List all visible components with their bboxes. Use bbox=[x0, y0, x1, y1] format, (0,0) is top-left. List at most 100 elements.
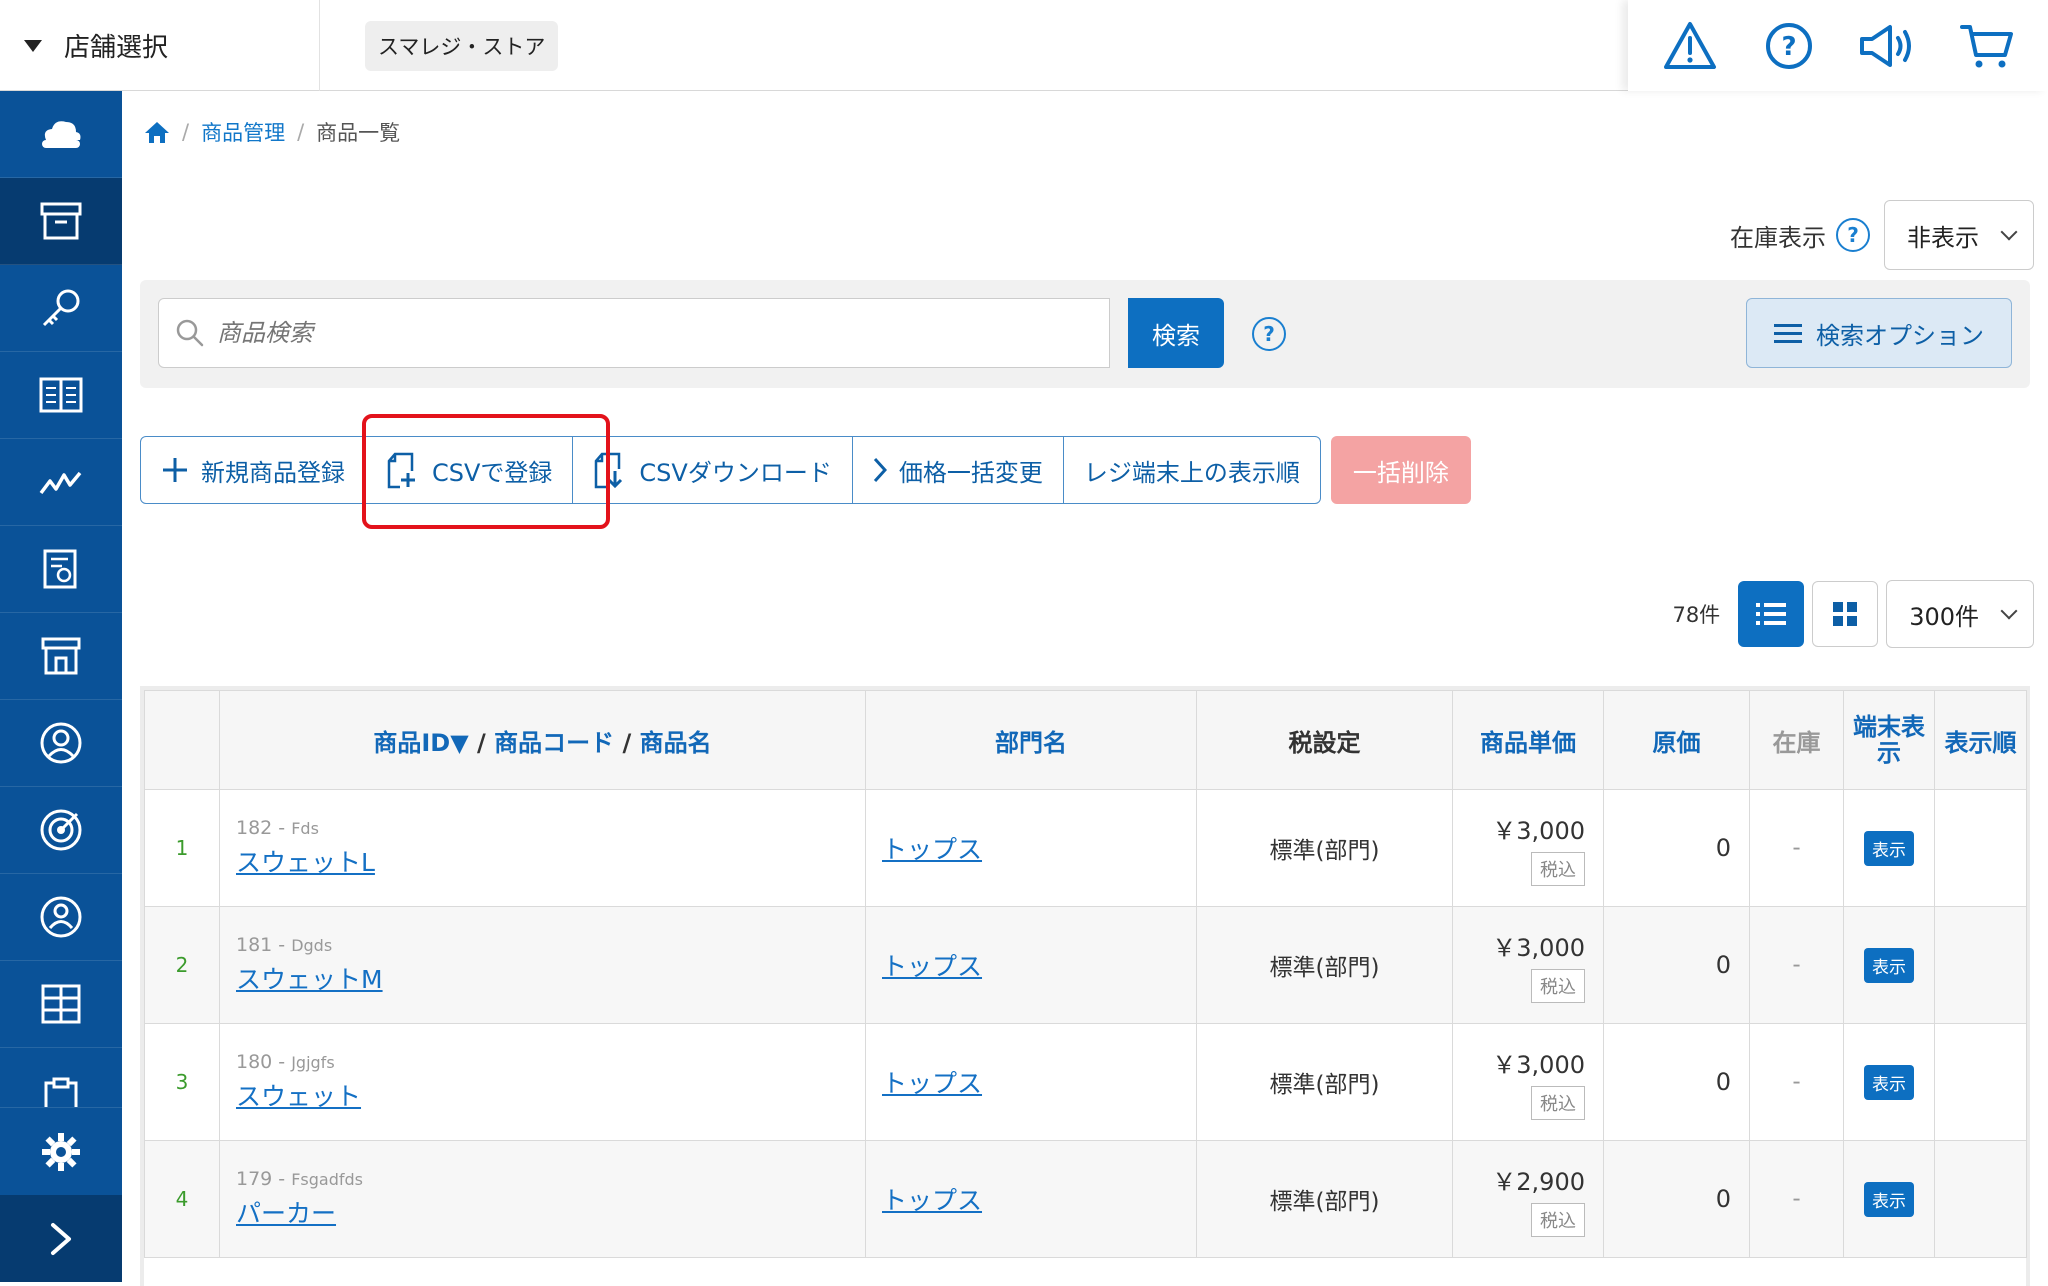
header-price[interactable]: 商品単価 bbox=[1452, 690, 1604, 790]
chevron-right-icon[interactable] bbox=[0, 1195, 122, 1282]
price-bulk-change-button[interactable]: 価格一括変更 bbox=[851, 436, 1064, 504]
department-cell: トップス bbox=[865, 789, 1197, 907]
header-separator: / bbox=[622, 728, 632, 757]
terminal-display-cell: 表示 bbox=[1843, 906, 1935, 1024]
tax-setting: 標準(部門) bbox=[1196, 1140, 1453, 1258]
display-order-button[interactable]: レジ端末上の表示順 bbox=[1062, 436, 1321, 504]
display-order-cell bbox=[1934, 1023, 2027, 1141]
product-name-link[interactable]: スウェットL bbox=[236, 843, 375, 879]
list-icon bbox=[1756, 603, 1787, 625]
department-link[interactable]: トップス bbox=[882, 1069, 982, 1098]
row-number: 1 bbox=[144, 789, 220, 907]
target-icon[interactable] bbox=[0, 787, 122, 874]
per-page-select[interactable]: 300件 bbox=[1886, 580, 2034, 648]
tax-included-badge: 税込 bbox=[1531, 968, 1585, 1003]
new-product-button[interactable]: 新規商品登録 bbox=[140, 436, 366, 504]
stock-display-value: 非表示 bbox=[1907, 223, 1979, 252]
caret-down-icon bbox=[24, 39, 42, 52]
stock-display-select[interactable]: 非表示 bbox=[1884, 200, 2034, 270]
breadcrumb-product-management[interactable]: 商品管理 bbox=[201, 117, 285, 147]
display-badge: 表示 bbox=[1864, 1181, 1914, 1217]
product-name-link[interactable]: スウェットM bbox=[236, 960, 383, 996]
bulk-delete-button[interactable]: 一括削除 bbox=[1330, 436, 1471, 504]
header-row-number bbox=[144, 690, 220, 790]
product-cell: 182 - Fds スウェットL bbox=[219, 789, 866, 907]
table-row: 1 182 - Fds スウェットL トップス 標準(部門) ￥3,000 税込… bbox=[144, 789, 2027, 907]
terminal-display-cell: 表示 bbox=[1843, 1023, 1935, 1141]
department-cell: トップス bbox=[865, 906, 1197, 1024]
help-icon[interactable]: ? bbox=[1836, 218, 1870, 252]
stock-value: - bbox=[1749, 906, 1844, 1024]
stock-display-label: 在庫表示 bbox=[1730, 223, 1826, 252]
store-name-chip: スマレジ・ストア bbox=[365, 21, 559, 71]
list-view-button[interactable] bbox=[1738, 581, 1805, 647]
help-icon[interactable]: ? bbox=[1757, 14, 1821, 78]
sort-product-name[interactable]: 商品名 bbox=[640, 729, 712, 757]
product-name-link[interactable]: スウェット bbox=[236, 1077, 361, 1113]
cloud-icon[interactable] bbox=[0, 91, 122, 178]
top-bar: 店舗選択 スマレジ・ストア ? bbox=[0, 0, 2048, 91]
search-input-wrapper[interactable] bbox=[158, 298, 1110, 368]
grid-icon[interactable] bbox=[0, 961, 122, 1048]
clipboard-icon[interactable] bbox=[0, 1048, 122, 1108]
svg-text:?: ? bbox=[1781, 32, 1796, 62]
sort-product-id[interactable]: 商品ID▼ bbox=[373, 729, 468, 757]
result-count: 78件 bbox=[1672, 603, 1721, 627]
csv-download-button[interactable]: CSVダウンロード bbox=[572, 436, 853, 504]
store-icon[interactable] bbox=[0, 613, 122, 700]
sort-product-code[interactable]: 商品コード bbox=[494, 729, 614, 757]
department-link[interactable]: トップス bbox=[882, 952, 982, 981]
top-icon-group: ? bbox=[1628, 0, 2048, 91]
breadcrumb-separator: / bbox=[297, 120, 305, 144]
stock-display-row: 在庫表示 ? 非表示 bbox=[1730, 200, 2034, 270]
report-icon[interactable] bbox=[0, 526, 122, 613]
unit-price: ￥3,000 bbox=[1492, 933, 1585, 962]
archive-box-icon[interactable] bbox=[0, 178, 122, 265]
product-id-code: 182 - Fds bbox=[236, 817, 319, 839]
plus-icon bbox=[161, 456, 189, 484]
table-row: 3 180 - Jgjgfs スウェット トップス 標準(部門) ￥3,000 … bbox=[144, 1023, 2027, 1141]
department-cell: トップス bbox=[865, 1140, 1197, 1258]
tax-included-badge: 税込 bbox=[1531, 1085, 1585, 1120]
department-link[interactable]: トップス bbox=[882, 1186, 982, 1215]
member-icon[interactable] bbox=[0, 874, 122, 961]
chart-line-icon[interactable] bbox=[0, 439, 122, 526]
stock-value: - bbox=[1749, 789, 1844, 907]
terminal-display-cell: 表示 bbox=[1843, 789, 1935, 907]
book-icon[interactable] bbox=[0, 352, 122, 439]
home-icon[interactable] bbox=[144, 120, 170, 144]
product-id: 182 bbox=[236, 817, 273, 839]
header-tax: 税設定 bbox=[1196, 690, 1453, 790]
header-cost[interactable]: 原価 bbox=[1603, 690, 1750, 790]
product-id-code: 179 - Fsgadfds bbox=[236, 1168, 363, 1190]
search-input[interactable] bbox=[217, 319, 1077, 347]
search-help[interactable]: ? bbox=[1252, 317, 1286, 351]
product-name-link[interactable]: パーカー bbox=[236, 1194, 336, 1230]
header-product: 商品ID▼ / 商品コード / 商品名 bbox=[219, 690, 866, 790]
cart-icon[interactable] bbox=[1955, 14, 2019, 78]
breadcrumb-separator: / bbox=[182, 120, 190, 144]
warning-icon[interactable] bbox=[1658, 14, 1722, 78]
header-terminal-display[interactable]: 端末表示 bbox=[1843, 690, 1935, 790]
search-panel: 検索 ? 検索オプション bbox=[140, 280, 2030, 388]
gear-icon[interactable] bbox=[0, 1108, 122, 1195]
header-department[interactable]: 部門名 bbox=[865, 690, 1197, 790]
row-number: 2 bbox=[144, 906, 220, 1024]
search-options-label: 検索オプション bbox=[1816, 321, 1984, 350]
table-header-row: 商品ID▼ / 商品コード / 商品名 部門名 税設定 商品単価 原価 在庫 端… bbox=[144, 690, 2027, 790]
price-cell: ￥3,000 税込 bbox=[1452, 906, 1604, 1024]
header-display-order[interactable]: 表示順 bbox=[1934, 690, 2027, 790]
store-select-dropdown[interactable]: 店舗選択 bbox=[0, 0, 320, 91]
customer-icon[interactable] bbox=[0, 700, 122, 787]
product-table: 商品ID▼ / 商品コード / 商品名 部門名 税設定 商品単価 原価 在庫 端… bbox=[140, 686, 2030, 1286]
breadcrumb-current: 商品一覧 bbox=[316, 121, 401, 145]
search-button[interactable]: 検索 bbox=[1128, 298, 1224, 368]
terminal-display-cell: 表示 bbox=[1843, 1140, 1935, 1258]
department-link[interactable]: トップス bbox=[882, 835, 982, 864]
search-options-button[interactable]: 検索オプション bbox=[1746, 298, 2012, 368]
key-icon[interactable] bbox=[0, 265, 122, 352]
tax-setting: 標準(部門) bbox=[1196, 906, 1453, 1024]
grid-view-button[interactable] bbox=[1812, 581, 1879, 647]
megaphone-icon[interactable] bbox=[1856, 14, 1920, 78]
help-icon[interactable]: ? bbox=[1252, 317, 1286, 351]
